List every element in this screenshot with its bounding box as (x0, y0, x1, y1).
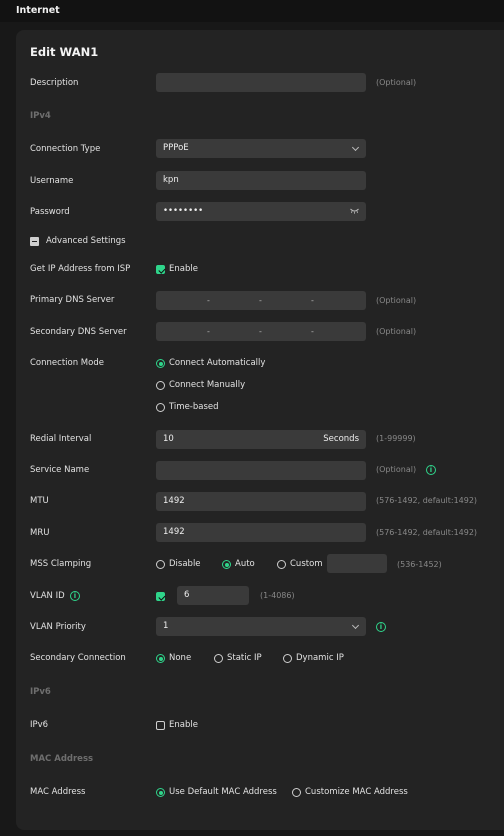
secondary-dynamic-label: Dynamic IP (296, 653, 344, 663)
secondary-dns-hint: (Optional) (376, 327, 417, 336)
secondary-static-label: Static IP (227, 653, 262, 663)
mru-input[interactable]: 1492 (156, 523, 366, 542)
vlan-id-checkbox[interactable] (156, 592, 165, 601)
edit-wan-card: Edit WAN1 Description (Optional) IPv4 Co… (16, 30, 504, 830)
dns-separator: - (311, 327, 314, 336)
top-bar: Internet (0, 0, 504, 22)
redial-hint: (1-99999) (376, 434, 416, 443)
service-name-input[interactable] (156, 461, 366, 480)
password-label: Password (30, 207, 70, 217)
mss-hint: (536-1452) (397, 560, 442, 569)
info-icon[interactable]: i (376, 622, 386, 632)
page-title: Internet (16, 5, 60, 16)
ipv6-checkbox[interactable] (156, 721, 165, 730)
secondary-connection-label: Secondary Connection (30, 653, 126, 663)
collapse-icon[interactable] (30, 237, 39, 246)
mtu-hint: (576-1492, default:1492) (376, 496, 478, 505)
dns-separator: - (207, 327, 210, 336)
connection-mode-label: Connection Mode (30, 358, 104, 368)
primary-dns-label: Primary DNS Server (30, 295, 115, 305)
mru-hint: (576-1492, default:1492) (376, 528, 478, 537)
chevron-down-icon (351, 621, 360, 630)
connect-auto-label: Connect Automatically (169, 358, 266, 368)
mac-default-radio[interactable] (156, 788, 165, 797)
ipv6-section-title: IPv6 (30, 687, 51, 697)
vlan-id-hint: (1-4086) (260, 591, 295, 600)
connection-type-label: Connection Type (30, 144, 101, 154)
mss-auto-radio[interactable] (222, 560, 231, 569)
secondary-none-radio[interactable] (156, 654, 165, 663)
info-icon[interactable]: i (70, 591, 80, 601)
redial-unit: Seconds (323, 434, 359, 444)
primary-dns-input[interactable]: - - - (156, 291, 366, 310)
mss-disable-radio[interactable] (156, 560, 165, 569)
chevron-down-icon (351, 143, 360, 152)
time-based-radio[interactable] (156, 403, 165, 412)
service-name-hint: (Optional) (376, 465, 417, 474)
redial-interval-input[interactable]: 10 Seconds (156, 430, 366, 449)
connection-type-select[interactable]: PPPoE (156, 139, 366, 158)
card-title: Edit WAN1 (30, 45, 99, 59)
vlan-priority-select[interactable]: 1 (156, 617, 366, 636)
ipv6-label: IPv6 (30, 720, 49, 730)
mtu-label: MTU (30, 496, 49, 506)
redial-value: 10 (163, 434, 174, 444)
password-value: •••••••• (163, 206, 204, 216)
get-ip-enable-label: Enable (169, 264, 198, 274)
username-input[interactable]: kpn (156, 171, 366, 190)
mss-custom-label: Custom (290, 559, 323, 569)
vlan-priority-value: 1 (163, 621, 169, 631)
mss-auto-label: Auto (235, 559, 255, 569)
vlan-id-label: VLAN ID (30, 591, 65, 601)
dns-separator: - (259, 327, 262, 336)
get-ip-checkbox[interactable] (156, 265, 165, 274)
dns-separator: - (207, 296, 210, 305)
secondary-dynamic-radio[interactable] (283, 654, 292, 663)
dns-separator: - (259, 296, 262, 305)
time-based-label: Time-based (169, 402, 219, 412)
mss-disable-label: Disable (169, 559, 201, 569)
ipv6-enable-label: Enable (169, 720, 198, 730)
primary-dns-hint: (Optional) (376, 296, 417, 305)
mss-custom-radio[interactable] (277, 560, 286, 569)
vlan-id-input[interactable]: 6 (177, 586, 249, 605)
mac-address-label: MAC Address (30, 787, 86, 797)
ipv4-section-title: IPv4 (30, 111, 51, 121)
password-input[interactable]: •••••••• (156, 202, 366, 221)
connect-auto-radio[interactable] (156, 359, 165, 368)
secondary-dns-label: Secondary DNS Server (30, 327, 127, 337)
service-name-label: Service Name (30, 465, 90, 475)
secondary-none-label: None (169, 653, 192, 663)
mss-clamping-label: MSS Clamping (30, 559, 92, 569)
secondary-dns-input[interactable]: - - - (156, 322, 366, 341)
mac-custom-label: Customize MAC Address (305, 787, 408, 797)
info-icon[interactable]: i (426, 465, 436, 475)
mac-default-label: Use Default MAC Address (169, 787, 277, 797)
username-label: Username (30, 176, 74, 186)
mac-custom-radio[interactable] (292, 788, 301, 797)
eye-hidden-icon[interactable] (350, 208, 359, 214)
secondary-static-radio[interactable] (214, 654, 223, 663)
description-label: Description (30, 78, 79, 88)
advanced-settings-toggle[interactable]: Advanced Settings (46, 236, 126, 246)
redial-interval-label: Redial Interval (30, 434, 92, 444)
mru-label: MRU (30, 528, 50, 538)
description-input[interactable] (156, 73, 366, 92)
mac-section-title: MAC Address (30, 754, 94, 764)
dns-separator: - (311, 296, 314, 305)
connect-manual-label: Connect Manually (169, 380, 246, 390)
connect-manual-radio[interactable] (156, 381, 165, 390)
connection-type-value: PPPoE (163, 143, 189, 153)
mss-custom-input[interactable] (327, 554, 387, 573)
description-hint: (Optional) (376, 78, 417, 87)
get-ip-label: Get IP Address from ISP (30, 264, 131, 274)
mtu-input[interactable]: 1492 (156, 492, 366, 511)
vlan-priority-label: VLAN Priority (30, 622, 86, 632)
